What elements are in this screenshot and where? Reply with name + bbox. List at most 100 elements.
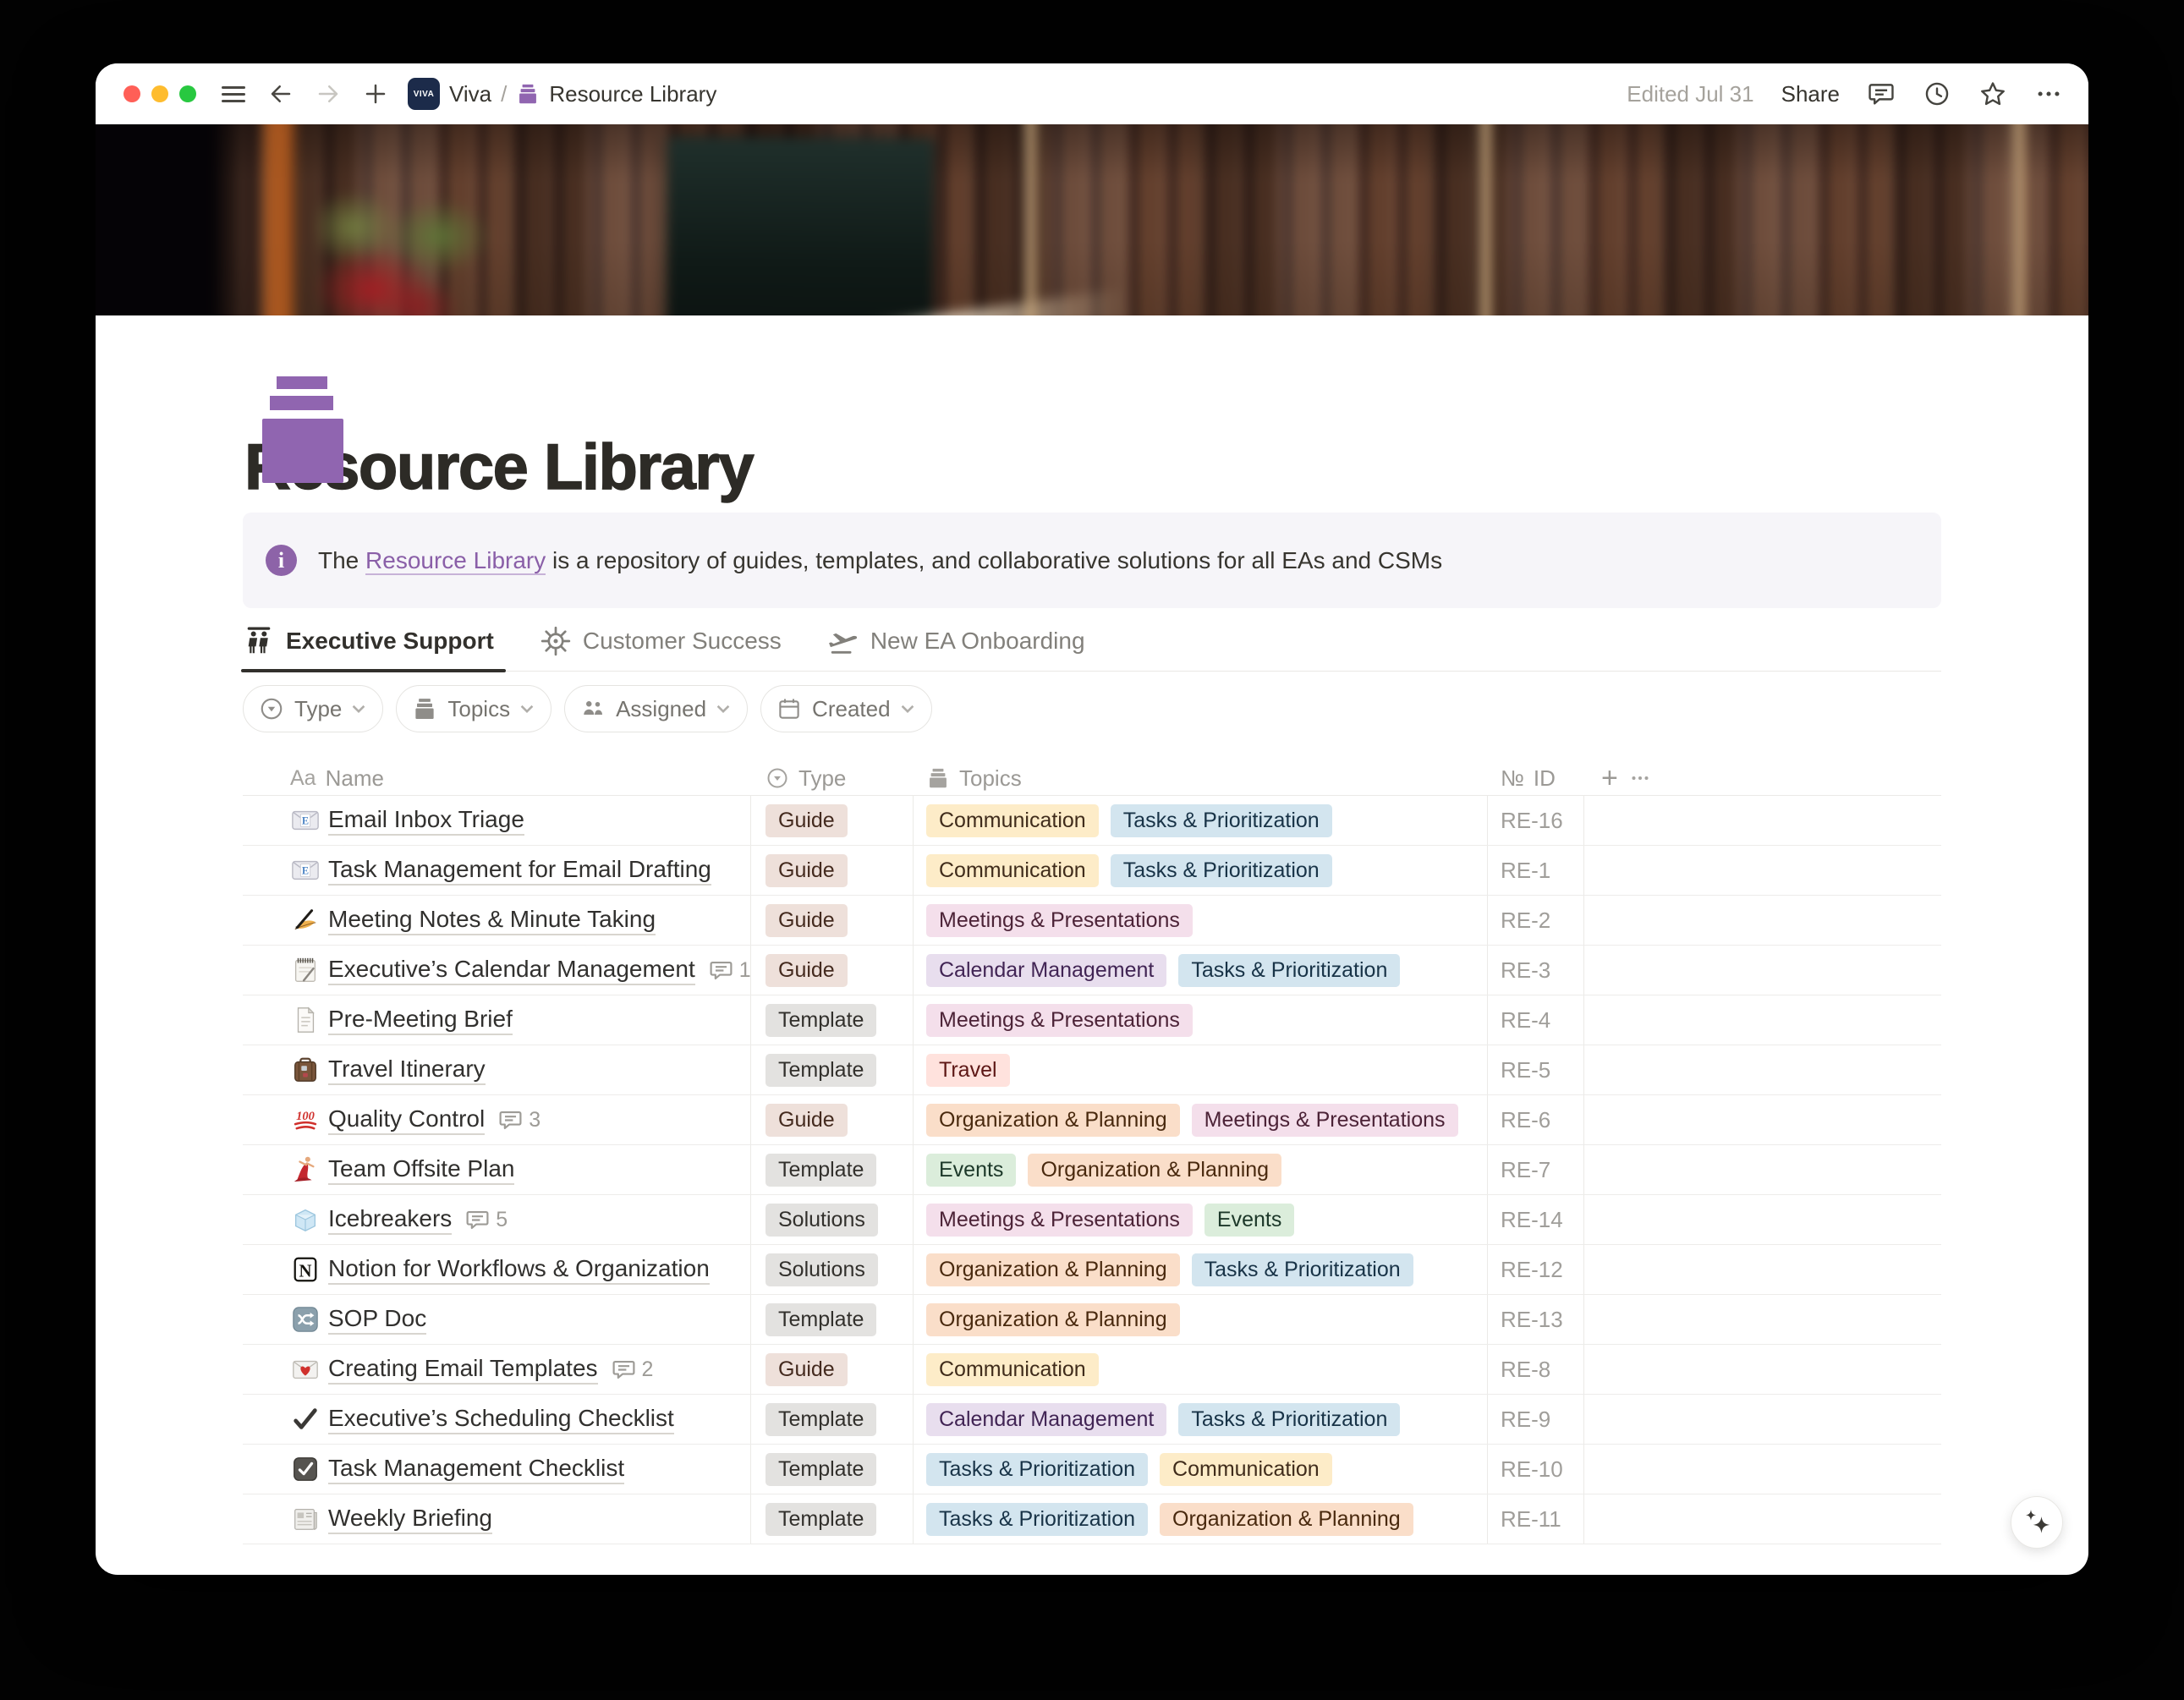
topic-tag: Tasks & Prioritization <box>1178 1403 1400 1436</box>
topic-tag: Meetings & Presentations <box>1192 1104 1458 1137</box>
arrow-left-icon <box>268 81 294 107</box>
breadcrumb: VIVA Viva / Resource Library <box>408 78 716 110</box>
tab-executive-support[interactable]: Executive Support <box>243 625 494 671</box>
breadcrumb-workspace[interactable]: Viva <box>449 81 491 107</box>
helm-icon <box>540 625 572 657</box>
tab-new-ea-onboarding[interactable]: New EA Onboarding <box>827 625 1085 671</box>
filter-topics[interactable]: Topics <box>396 685 551 732</box>
table-row[interactable]: Pre-Meeting Brief Template Meetings & Pr… <box>243 995 1941 1045</box>
svg-text:N: N <box>299 1262 312 1281</box>
type-tag: Template <box>765 1503 876 1536</box>
tab-label: New EA Onboarding <box>870 628 1085 655</box>
traffic-lights <box>123 85 196 102</box>
dancer-icon <box>290 1154 321 1185</box>
check-mark-icon <box>290 1404 321 1434</box>
topic-tag: Meetings & Presentations <box>926 1204 1193 1237</box>
share-button[interactable]: Share <box>1781 81 1840 107</box>
favorite-button[interactable] <box>1978 80 2007 108</box>
page-link[interactable]: Quality Control <box>328 1105 485 1135</box>
column-header-type[interactable]: Type <box>751 765 914 792</box>
comment-count-badge[interactable]: 5 <box>465 1208 508 1232</box>
sidebar-toggle-button[interactable] <box>220 80 247 107</box>
column-header-name[interactable]: Aa Name <box>243 765 751 792</box>
table-row[interactable]: SOP Doc Template Organization & Planning… <box>243 1295 1941 1345</box>
table-options-button[interactable] <box>1627 765 1653 791</box>
tab-customer-success[interactable]: Customer Success <box>540 625 782 671</box>
titlebar: VIVA Viva / Resource Library Edited Jul … <box>96 63 2088 124</box>
filter-type[interactable]: Type <box>243 685 383 732</box>
comment-count-badge[interactable]: 1 <box>709 958 751 983</box>
id-value: RE-7 <box>1501 1157 1550 1183</box>
page-link[interactable]: Task Management for Email Drafting <box>328 856 711 886</box>
topic-tag: Communication <box>926 1353 1099 1386</box>
table-row[interactable]: Meeting Notes & Minute Taking Guide Meet… <box>243 896 1941 946</box>
hundred-points-icon: 100 <box>290 1105 321 1135</box>
column-header-topics[interactable]: Topics <box>914 765 1488 792</box>
comment-count-badge[interactable]: 2 <box>612 1357 654 1382</box>
minimize-button[interactable] <box>151 85 168 102</box>
table-row[interactable]: Icebreakers 5 Solutions Meetings & Prese… <box>243 1195 1941 1245</box>
shuffle-icon <box>290 1304 321 1335</box>
breadcrumb-page[interactable]: Resource Library <box>549 81 716 107</box>
notion-window: VIVA Viva / Resource Library Edited Jul … <box>96 63 2088 1575</box>
ice-cube-icon <box>290 1204 321 1235</box>
table-row[interactable]: Executive’s Calendar Management 1 Guide … <box>243 946 1941 995</box>
table-row[interactable]: E Email Inbox Triage Guide Communication… <box>243 796 1941 846</box>
cover-image[interactable] <box>96 124 2088 315</box>
page-link[interactable]: Executive’s Scheduling Checklist <box>328 1405 674 1434</box>
back-button[interactable] <box>267 80 294 107</box>
page-link[interactable]: Task Management Checklist <box>328 1455 624 1484</box>
page-link[interactable]: Email Inbox Triage <box>328 806 524 836</box>
topic-tag: Organization & Planning <box>926 1104 1180 1137</box>
comment-icon <box>612 1357 636 1382</box>
page-link[interactable]: Meeting Notes & Minute Taking <box>328 906 656 935</box>
page-link[interactable]: Travel Itinerary <box>328 1056 486 1085</box>
table-row[interactable]: Weekly Briefing Template Tasks & Priorit… <box>243 1494 1941 1544</box>
page-title: Resource Library <box>244 434 1941 502</box>
table-row[interactable]: Team Offsite Plan Template EventsOrganiz… <box>243 1145 1941 1195</box>
page-link[interactable]: Icebreakers <box>328 1205 452 1235</box>
zoom-button[interactable] <box>179 85 196 102</box>
topics-cell: Meetings & Presentations <box>914 995 1488 1045</box>
page-link[interactable]: Creating Email Templates <box>328 1355 598 1385</box>
forward-button[interactable] <box>315 80 342 107</box>
clock-icon <box>1923 80 1951 108</box>
column-header-id[interactable]: № ID <box>1488 765 1584 792</box>
page-link[interactable]: Pre-Meeting Brief <box>328 1006 513 1035</box>
filter-created[interactable]: Created <box>760 685 932 732</box>
type-tag: Template <box>765 1403 876 1436</box>
table-row[interactable]: N Notion for Workflows & Organization So… <box>243 1245 1941 1295</box>
table-row[interactable]: 100 Quality Control 3 Guide Organization… <box>243 1095 1941 1145</box>
add-property-button[interactable]: + <box>1601 764 1618 792</box>
page-icon-archive[interactable] <box>262 376 343 483</box>
updates-button[interactable] <box>1923 80 1951 108</box>
table-row[interactable]: Creating Email Templates 2 Guide Communi… <box>243 1345 1941 1395</box>
breadcrumb-separator: / <box>501 81 507 107</box>
comment-count-badge[interactable]: 3 <box>498 1108 541 1132</box>
table-row[interactable]: Executive’s Scheduling Checklist Templat… <box>243 1395 1941 1445</box>
workspace-logo[interactable]: VIVA <box>408 78 440 110</box>
page-link[interactable]: Weekly Briefing <box>328 1505 492 1534</box>
resource-library-link[interactable]: Resource Library <box>365 547 546 575</box>
notion-ai-button[interactable] <box>2011 1496 2063 1549</box>
filter-assigned[interactable]: Assigned <box>564 685 748 732</box>
topics-cell: Travel <box>914 1045 1488 1094</box>
topic-tag: Communication <box>926 854 1099 887</box>
page-link[interactable]: Notion for Workflows & Organization <box>328 1255 710 1285</box>
callout: i The Resource Library is a repository o… <box>243 513 1941 608</box>
comments-button[interactable] <box>1867 80 1896 108</box>
page-link[interactable]: SOP Doc <box>328 1305 426 1335</box>
close-button[interactable] <box>123 85 140 102</box>
page-link[interactable]: Executive’s Calendar Management <box>328 956 695 985</box>
more-options-button[interactable] <box>2034 80 2063 108</box>
topics-cell: Organization & PlanningTasks & Prioritiz… <box>914 1245 1488 1294</box>
table-row[interactable]: Travel Itinerary Template Travel RE-5 <box>243 1045 1941 1095</box>
sparkles-icon <box>2020 1505 2054 1539</box>
table-row[interactable]: E Task Management for Email Drafting Gui… <box>243 846 1941 896</box>
table-row[interactable]: Task Management Checklist Template Tasks… <box>243 1445 1941 1494</box>
id-property-icon: № <box>1501 765 1524 792</box>
topics-cell: Organization & Planning Meetings & Presen… <box>914 1095 1488 1144</box>
star-icon <box>1978 80 2007 108</box>
page-link[interactable]: Team Offsite Plan <box>328 1155 514 1185</box>
new-page-button[interactable] <box>362 80 389 107</box>
